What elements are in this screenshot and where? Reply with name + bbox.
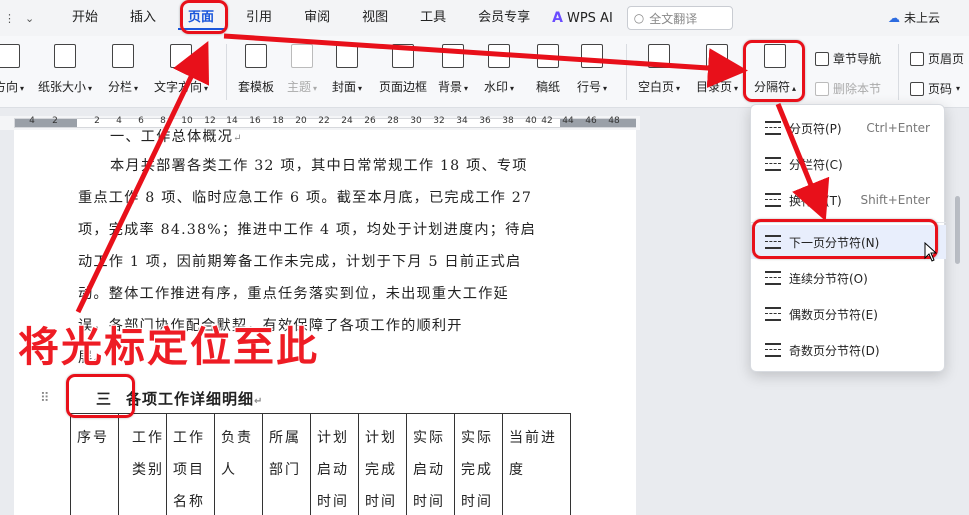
arrow-to-next-page-section-break: [775, 103, 830, 222]
arrow-to-page-tab: [75, 40, 210, 314]
arrow-to-break-button: [223, 33, 748, 88]
callout-text: 将光标定位至此: [17, 322, 319, 372]
annotation-arrows: [75, 33, 830, 314]
mouse-pointer-icon: [924, 242, 938, 262]
